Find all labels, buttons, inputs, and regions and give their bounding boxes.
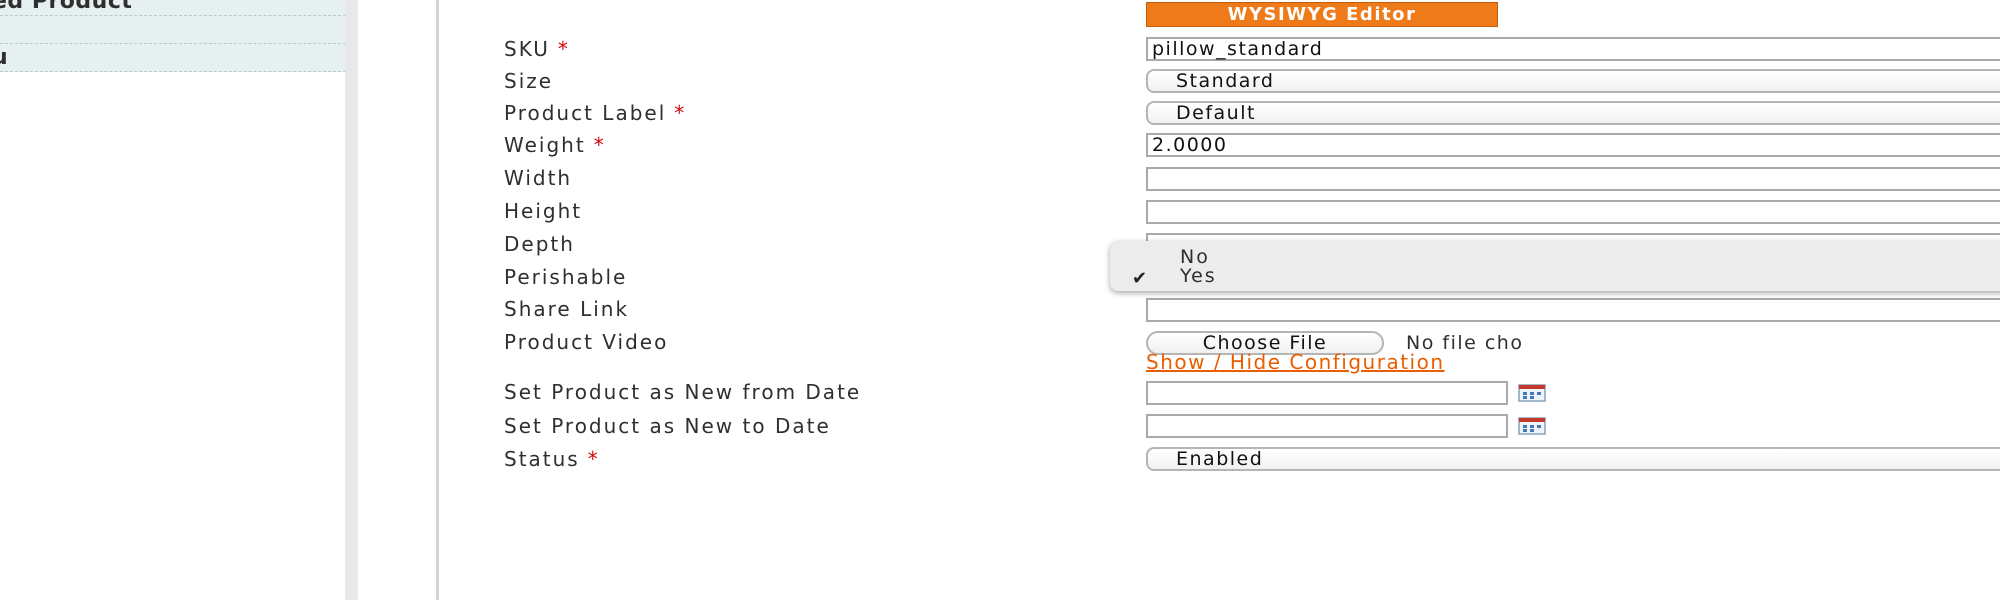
required-mark: * bbox=[587, 447, 600, 471]
width-input[interactable] bbox=[1146, 167, 2000, 191]
required-mark: * bbox=[674, 101, 687, 125]
required-mark: * bbox=[557, 37, 570, 61]
checkmark-icon: ✔ bbox=[1132, 268, 1148, 289]
sidebar-scrollbar[interactable] bbox=[345, 0, 358, 600]
content-divider bbox=[436, 0, 439, 600]
product-label-select[interactable]: Default bbox=[1146, 101, 2000, 125]
weight-label: Weight * bbox=[504, 133, 606, 157]
new-from-date-label: Set Product as New from Date bbox=[504, 380, 862, 404]
width-label: Width bbox=[504, 166, 573, 190]
dropdown-option-yes[interactable]: Yes bbox=[1180, 266, 1217, 286]
required-mark: * bbox=[593, 133, 606, 157]
share-link-label: Share Link bbox=[504, 297, 630, 321]
sidebar-item[interactable]: u bbox=[0, 44, 356, 72]
perishable-dropdown-menu[interactable]: No ✔ Yes bbox=[1110, 241, 2000, 291]
sidebar-item[interactable] bbox=[0, 16, 356, 44]
size-select[interactable]: Standard bbox=[1146, 69, 2000, 93]
height-input[interactable] bbox=[1146, 200, 2000, 224]
new-to-date-label: Set Product as New to Date bbox=[504, 414, 831, 438]
depth-label: Depth bbox=[504, 232, 575, 256]
perishable-label: Perishable bbox=[504, 265, 628, 289]
wysiwyg-editor-button[interactable]: WYSIWYG Editor bbox=[1146, 2, 1498, 27]
new-to-date-input[interactable] bbox=[1146, 414, 1508, 438]
product-label-label: Product Label * bbox=[504, 101, 687, 125]
dropdown-option-no[interactable]: No bbox=[1180, 247, 1210, 267]
show-hide-configuration-link[interactable]: Show / Hide Configuration bbox=[1146, 350, 1445, 374]
sidebar: ed Product u bbox=[0, 0, 358, 600]
sku-label: SKU * bbox=[504, 37, 570, 61]
status-select[interactable]: Enabled bbox=[1146, 447, 2000, 471]
new-from-date-input[interactable] bbox=[1146, 381, 1508, 405]
calendar-icon[interactable] bbox=[1518, 384, 1546, 402]
sidebar-item-related-product[interactable]: ed Product bbox=[0, 0, 356, 16]
height-label: Height bbox=[504, 199, 583, 223]
size-label: Size bbox=[504, 69, 554, 93]
status-label: Status * bbox=[504, 447, 600, 471]
calendar-icon[interactable] bbox=[1518, 417, 1546, 435]
share-link-input[interactable] bbox=[1146, 298, 2000, 322]
product-video-label: Product Video bbox=[504, 330, 669, 354]
weight-input[interactable]: 2.0000 bbox=[1146, 133, 2000, 157]
sku-input[interactable]: pillow_standard bbox=[1146, 37, 2000, 61]
